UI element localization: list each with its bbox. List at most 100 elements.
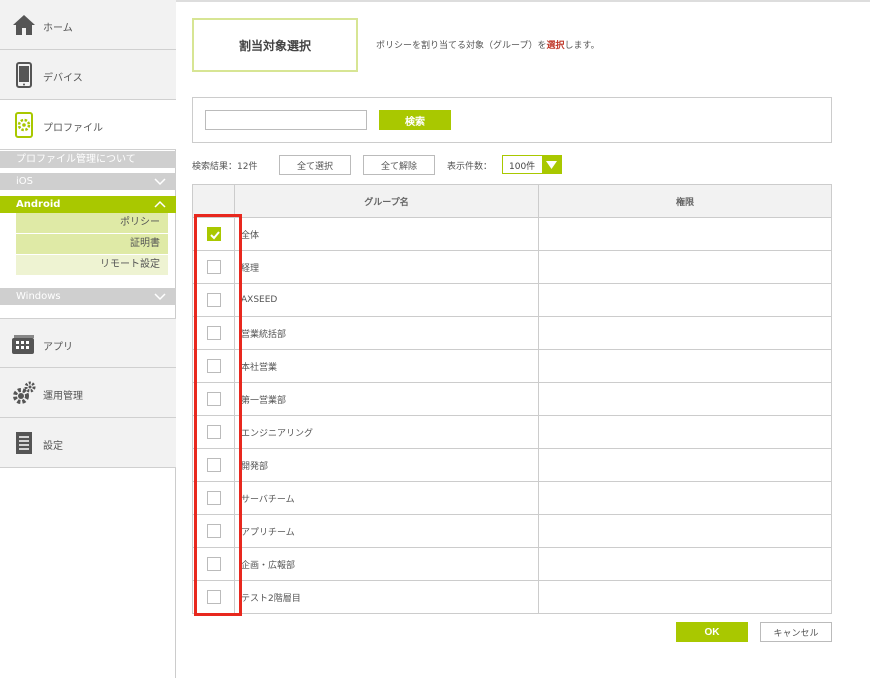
sidebar-item-ios[interactable]: iOS	[0, 173, 176, 190]
desc-before: ポリシーを割り当てる対象（グループ）を	[376, 41, 547, 51]
row-checkbox[interactable]	[206, 293, 221, 307]
nav-settings-label: 設定	[43, 441, 63, 452]
android-label: Android	[16, 199, 61, 210]
nav-profile[interactable]: プロファイル	[0, 100, 176, 150]
top-divider	[176, 0, 870, 2]
page-title-text: 割当対象選択	[238, 38, 311, 53]
table-row: アプリチーム	[192, 514, 832, 548]
checkmark-icon	[209, 231, 220, 240]
desc-emphasis: 選択	[546, 41, 565, 51]
permission-cell	[538, 382, 832, 416]
sidebar-item-profile-about[interactable]: プロファイル管理について	[0, 151, 176, 168]
dropdown-arrow-icon	[542, 156, 561, 173]
group-name-cell: 全体	[234, 217, 539, 251]
table-row: 営業統括部	[192, 316, 832, 350]
row-checkbox[interactable]	[206, 557, 221, 571]
select-all-button[interactable]: 全て選択	[279, 155, 351, 175]
row-checkbox-cell	[192, 316, 235, 350]
nav-home-label: ホーム	[43, 23, 73, 34]
group-name-cell: 第一営業部	[234, 382, 539, 416]
group-table: グループ名 権限 全体 経理 AXSEED 営業統括部 本社営業 第一営業部 エンジニアリン…	[192, 184, 832, 614]
row-checkbox-cell	[192, 448, 235, 482]
search-input[interactable]	[205, 110, 367, 130]
page-description: ポリシーを割り当てる対象（グループ）を選択します。	[376, 38, 600, 51]
chevron-down-icon	[154, 173, 166, 196]
permission-cell	[538, 547, 832, 581]
sidebar-item-remote-settings[interactable]: リモート設定	[16, 255, 168, 275]
row-checkbox[interactable]	[206, 392, 221, 406]
row-checkbox[interactable]	[206, 590, 221, 604]
table-row: AXSEED	[192, 283, 832, 317]
permission-cell	[538, 283, 832, 317]
group-name-cell: 営業統括部	[234, 316, 539, 350]
row-checkbox[interactable]	[206, 458, 221, 472]
remote-settings-label: リモート設定	[100, 259, 160, 270]
permission-cell	[538, 217, 832, 251]
row-checkbox[interactable]	[206, 425, 221, 439]
group-name-cell: 企画・広報部	[234, 547, 539, 581]
nav-settings[interactable]: 設定	[0, 418, 176, 468]
table-row: サーバチーム	[192, 481, 832, 515]
result-count: 検索結果：12件	[192, 162, 258, 172]
chevron-down-icon	[154, 288, 166, 311]
unselect-all-button[interactable]: 全て解除	[363, 155, 435, 175]
windows-label: Windows	[16, 291, 61, 302]
nav-home[interactable]: ホーム	[0, 0, 176, 50]
row-checkbox[interactable]	[206, 227, 221, 241]
nav-device[interactable]: デバイス	[0, 50, 176, 100]
table-row: エンジニアリング	[192, 415, 832, 449]
nav-profile-label: プロファイル	[43, 123, 103, 134]
table-row: 第一営業部	[192, 382, 832, 416]
nav-device-label: デバイス	[43, 73, 83, 84]
document-icon	[11, 430, 37, 456]
sidebar-item-windows[interactable]: Windows	[0, 288, 176, 305]
permission-cell	[538, 250, 832, 284]
sidebar-item-policy[interactable]: ポリシー	[16, 213, 168, 233]
home-icon	[11, 12, 37, 38]
nav-operation[interactable]: 運用管理	[0, 368, 176, 418]
search-button[interactable]: 検索	[379, 110, 451, 130]
group-name-cell: サーバチーム	[234, 481, 539, 515]
nav-app[interactable]: アプリ	[0, 318, 176, 368]
row-checkbox-cell	[192, 415, 235, 449]
group-name-column-header: グループ名	[234, 184, 539, 218]
checkbox-column-header	[192, 184, 235, 218]
permission-cell	[538, 316, 832, 350]
row-checkbox-cell	[192, 547, 235, 581]
profile-about-label: プロファイル管理について	[16, 154, 136, 165]
row-checkbox-cell	[192, 481, 235, 515]
permission-cell	[538, 514, 832, 548]
nav-app-label: アプリ	[43, 342, 73, 353]
profile-icon	[11, 112, 37, 138]
group-name-cell: 本社営業	[234, 349, 539, 383]
sidebar: ホーム デバイス プロファイル プロファイル管理について iOS Android…	[0, 0, 176, 678]
search-panel: 検索	[192, 97, 832, 143]
row-checkbox[interactable]	[206, 491, 221, 505]
display-count-select[interactable]: 100件	[502, 155, 562, 174]
table-row: 経理	[192, 250, 832, 284]
app-icon	[11, 331, 37, 357]
sidebar-item-android[interactable]: Android	[0, 196, 176, 213]
table-row: 本社営業	[192, 349, 832, 383]
permission-cell	[538, 481, 832, 515]
row-checkbox-cell	[192, 283, 235, 317]
policy-label: ポリシー	[120, 217, 160, 228]
ok-button[interactable]: OK	[676, 622, 748, 642]
row-checkbox[interactable]	[206, 260, 221, 274]
table-row: 開発部	[192, 448, 832, 482]
permission-column-header: 権限	[538, 184, 832, 218]
row-checkbox-cell	[192, 250, 235, 284]
row-checkbox-cell	[192, 514, 235, 548]
row-checkbox-cell	[192, 217, 235, 251]
group-name-cell: エンジニアリング	[234, 415, 539, 449]
page-title: 割当対象選択	[192, 18, 358, 72]
row-checkbox[interactable]	[206, 359, 221, 373]
row-checkbox[interactable]	[206, 524, 221, 538]
group-name-cell: テスト2階層目	[234, 580, 539, 614]
cancel-button[interactable]: キャンセル	[760, 622, 832, 642]
sidebar-item-certificate[interactable]: 証明書	[16, 234, 168, 254]
row-checkbox[interactable]	[206, 326, 221, 340]
table-row: 企画・広報部	[192, 547, 832, 581]
permission-cell	[538, 580, 832, 614]
row-checkbox-cell	[192, 382, 235, 416]
